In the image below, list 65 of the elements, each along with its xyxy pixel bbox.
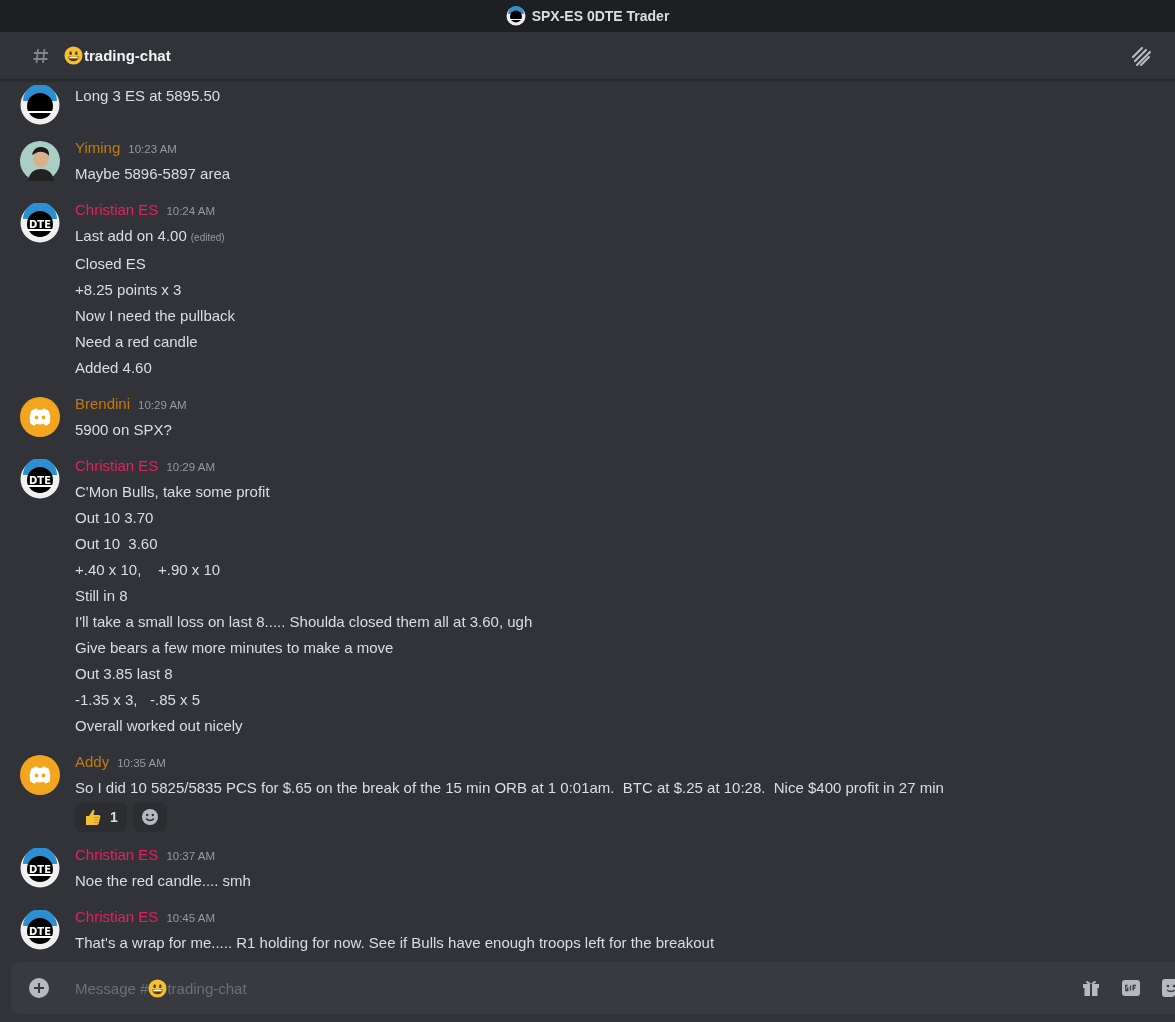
timestamp: 10:24 AM: [166, 205, 215, 217]
message-text: Last add on 4.00: [75, 226, 187, 246]
message-text: Need a red candle: [75, 332, 198, 352]
smiley-icon: [140, 808, 159, 826]
logo-avatar[interactable]: [20, 85, 60, 125]
sticker-icon[interactable]: [1161, 978, 1175, 998]
message-text: C'Mon Bulls, take some profit: [75, 482, 270, 502]
message-text: Give bears a few more minutes to make a move: [75, 638, 394, 658]
message-text: +.40 x 10, +.90 x 10: [75, 560, 221, 580]
message-text: Noe the red candle.... smh: [75, 871, 251, 891]
author-name[interactable]: Christian ES: [75, 457, 159, 474]
edited-label: (edited): [190, 231, 225, 245]
message-text: Out 3.85 last 8: [75, 664, 173, 684]
person-avatar[interactable]: [20, 141, 60, 181]
server-icon: [505, 6, 526, 26]
thumbs-up-icon: [84, 808, 102, 826]
smiley-icon: [148, 978, 168, 998]
logo-avatar[interactable]: DTE: [20, 203, 60, 243]
timestamp: 10:29 AM: [166, 461, 215, 473]
reaction-button[interactable]: 1: [75, 802, 127, 832]
message-text: I'll take a small loss on last 8..... Shoulda closed them all at 3.60, ugh: [75, 612, 533, 632]
timestamp: 10:23 AM: [128, 143, 177, 155]
message-text: So I did 10 5825/5835 PCS for $.65 on the break of the 15 min ORB at 1 0:01am. BTC at $.25 at 10:28. Nice $400 profit in 27 min: [75, 778, 944, 798]
message-text: Out 10 3.70: [75, 508, 154, 528]
avatar-logo-text: DTE: [29, 474, 51, 486]
message-input[interactable]: Message # trading-chat: [75, 978, 247, 998]
gif-icon[interactable]: [1121, 978, 1141, 998]
add-icon[interactable]: [29, 978, 49, 998]
message-text: Still in 8: [75, 586, 128, 606]
avatar-logo-text: DTE: [29, 218, 51, 230]
add-reaction-button[interactable]: [132, 802, 167, 832]
author-name[interactable]: Christian ES: [75, 908, 159, 925]
timestamp: 10:37 AM: [166, 850, 215, 862]
discord-avatar[interactable]: [20, 755, 60, 795]
message-text: Maybe 5896-5897 area: [75, 164, 231, 184]
gift-icon[interactable]: [1081, 978, 1101, 998]
logo-avatar[interactable]: DTE: [20, 459, 60, 499]
message-text: -1.35 x 3, -.85 x 5: [75, 690, 201, 710]
message-text: +8.25 points x 3: [75, 280, 182, 300]
timestamp: 10:35 AM: [117, 757, 166, 769]
threads-icon[interactable]: [1130, 44, 1152, 67]
message-text: Closed ES: [75, 254, 146, 274]
author-name[interactable]: Christian ES: [75, 846, 159, 863]
message-text: Overall worked out nicely: [75, 716, 243, 736]
author-name[interactable]: Brendini: [75, 395, 131, 412]
author-name[interactable]: Addy: [75, 753, 110, 770]
smiley-icon: [64, 46, 83, 65]
message-text: Added 4.60: [75, 358, 152, 378]
avatar-logo-text: DTE: [29, 863, 51, 875]
window-title: SPX-ES 0DTE Trader: [531, 8, 670, 24]
message-text: That's a wrap for me..... R1 holding for now. See if Bulls have enough troops left for the breakout: [75, 933, 715, 953]
message-text: 5900 on SPX?: [75, 420, 172, 440]
discord-avatar[interactable]: [20, 397, 60, 437]
logo-avatar[interactable]: DTE: [20, 910, 60, 950]
message-text: Out 10 3.60: [75, 534, 158, 554]
message-text: Now I need the pullback: [75, 306, 236, 326]
hash-icon: [32, 46, 50, 65]
avatar-logo-text: DTE: [29, 925, 51, 937]
timestamp: 10:29 AM: [138, 399, 187, 411]
author-name[interactable]: Yiming: [75, 139, 121, 156]
logo-avatar[interactable]: DTE: [20, 848, 60, 888]
channel-name: trading-chat: [84, 47, 171, 64]
author-name[interactable]: Christian ES: [75, 201, 159, 218]
timestamp: 10:45 AM: [166, 912, 215, 924]
message-text: Long 3 ES at 5895.50: [75, 86, 221, 106]
